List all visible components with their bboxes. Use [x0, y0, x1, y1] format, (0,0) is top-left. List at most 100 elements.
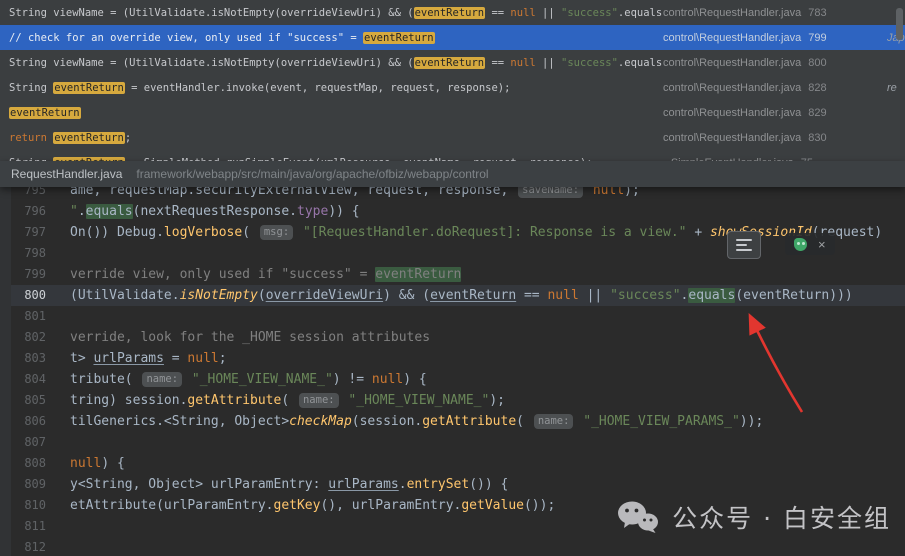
code-token: null [547, 288, 579, 303]
screenshot-tool-icon[interactable] [794, 237, 807, 251]
editor-line[interactable]: 807 [0, 432, 905, 453]
code-token: ); [624, 187, 640, 198]
result-location: control\RequestHandler.java 830 [663, 132, 827, 144]
result-row[interactable]: return eventReturn; control\RequestHandle… [0, 125, 905, 150]
editor-line[interactable]: 801 [0, 306, 905, 327]
code-token: ) { [101, 456, 125, 471]
line-code: (UtilValidate.isNotEmpty(overrideViewUri… [46, 285, 905, 306]
editor-line[interactable]: 812 [0, 537, 905, 556]
result-row[interactable]: // check for an override view, only used… [0, 25, 905, 50]
code-token: verride view, only used if "success" = [70, 267, 376, 282]
editor-line[interactable]: 798 [0, 243, 905, 264]
code-token: "_HOME_VIEW_NAME_" [348, 393, 490, 408]
editor-line[interactable]: 799 verride view, only used if "success" … [0, 264, 905, 285]
breadcrumb-file-name[interactable]: RequestHandler.java [11, 167, 122, 181]
wrap-lines-icon [736, 239, 752, 241]
code-token: eventReturn [9, 106, 81, 119]
line-code [46, 243, 905, 264]
wrap-lines-icon [736, 244, 747, 246]
code-token: equals [85, 204, 133, 219]
param-hint: saveName: [518, 187, 584, 198]
line-code: tribute( name: "_HOME_VIEW_NAME_") != nu… [46, 369, 905, 390]
code-token: String viewName = (UtilValidate.isNotEmp… [9, 6, 414, 19]
result-row[interactable]: String eventReturn = SimpleMethod.runSim… [0, 150, 905, 161]
result-code-preview: String viewName = (UtilValidate.isNotEmp… [9, 56, 663, 69]
code-token: "success" [561, 56, 618, 69]
code-token: null [510, 6, 536, 19]
line-code: ".equals(nextRequestResponse.type)) { [46, 201, 905, 222]
code-token: getAttribute [422, 414, 517, 429]
code-token: return [9, 131, 54, 144]
result-row[interactable]: String viewName = (UtilValidate.isNotEmp… [0, 0, 905, 25]
code-token: = [163, 351, 188, 366]
code-token: "success" [610, 288, 681, 303]
code-token: isNotEmpty [179, 288, 258, 303]
code-token: verride, look for the _HOME session attr… [70, 330, 431, 345]
code-token: "success" [561, 6, 618, 19]
code-token: y<String, Object> urlParamEntry: [70, 477, 329, 492]
editor-line[interactable]: 796 ".equals(nextRequestResponse.type)) { [0, 201, 905, 222]
code-token: eventReturn [363, 31, 435, 44]
code-token: ; [124, 131, 132, 144]
code-token: ; [218, 351, 227, 366]
code-token: .equals( [617, 56, 663, 69]
line-code: tilGenerics.<String, Object>checkMap(ses… [46, 411, 905, 432]
param-hint: name: [298, 393, 339, 408]
code-token: || [535, 56, 562, 69]
line-code: y<String, Object> urlParamEntry: urlPara… [46, 474, 905, 495]
line-code: t> urlParams = null; [46, 348, 905, 369]
editor-line[interactable]: 805 tring) session.getAttribute( name: "_… [0, 390, 905, 411]
wechat-icon [618, 501, 659, 533]
param-hint: name: [533, 414, 574, 429]
code-token: "[RequestHandler.doRequest]: Response is… [302, 225, 687, 240]
code-token: getAttribute [187, 393, 282, 408]
editor-line[interactable]: 800 (UtilValidate.isNotEmpty(overrideView… [0, 285, 905, 306]
editor-line[interactable]: 806 tilGenerics.<String, Object>checkMap(… [0, 411, 905, 432]
result-line-number: 830 [808, 131, 827, 144]
watermark-text: 公众号 · 白安全组 [672, 504, 891, 533]
screenshot-tool-pill[interactable]: × [785, 233, 835, 255]
wrap-lines-icon [736, 249, 752, 251]
result-row[interactable]: String viewName = (UtilValidate.isNotEmp… [0, 50, 905, 75]
editor-line[interactable]: 797 On()) Debug.logVerbose( msg: "[Reques… [0, 222, 905, 243]
close-icon[interactable]: × [818, 238, 826, 251]
code-token: )); [739, 414, 764, 429]
line-code: verride, look for the _HOME session attr… [46, 327, 905, 348]
code-token: eventReturn [413, 56, 486, 69]
code-token: || [535, 6, 562, 19]
code-token: checkMap [289, 414, 352, 429]
find-results-panel: String viewName = (UtilValidate.isNotEmp… [0, 0, 905, 161]
result-line-number: 783 [808, 6, 827, 19]
result-file: control\RequestHandler.java [663, 6, 802, 19]
code-token: (), urlParamEntry. [320, 498, 462, 513]
code-token: (eventReturn))) [735, 288, 853, 303]
result-line-number: 829 [808, 106, 827, 119]
code-token: (session. [351, 414, 423, 429]
result-row[interactable]: eventReturn control\RequestHandler.java 82… [0, 100, 905, 125]
param-hint: name: [142, 372, 183, 387]
result-row[interactable]: String eventReturn = eventHandler.invoke… [0, 75, 905, 100]
editor-line[interactable]: 803 t> urlParams = null; [0, 348, 905, 369]
code-token: tring) session. [70, 393, 188, 408]
result-location: control\RequestHandler.java 800 [663, 57, 827, 69]
editor-line[interactable]: 802 verride, look for the _HOME session a… [0, 327, 905, 348]
editor-line[interactable]: 809 y<String, Object> urlParamEntry: urlP… [0, 474, 905, 495]
code-token: getValue [461, 498, 524, 513]
editor-line[interactable]: 808 null) { [0, 453, 905, 474]
code-token: urlParams [93, 351, 164, 366]
code-token: ( [516, 414, 532, 429]
editor-line[interactable]: 804 tribute( name: "_HOME_VIEW_NAME_") !=… [0, 369, 905, 390]
line-code [46, 432, 905, 453]
results-scrollbar-thumb[interactable] [896, 8, 903, 40]
wrap-lines-button[interactable] [727, 231, 761, 259]
code-token: ) { [403, 372, 427, 387]
code-token: == [516, 288, 548, 303]
line-code: tring) session.getAttribute( name: "_HOM… [46, 390, 905, 411]
editor-line[interactable]: 795 ame, requestMap.securityExternalView,… [0, 187, 905, 201]
breadcrumb-file-path[interactable]: framework/webapp/src/main/java/org/apach… [136, 167, 488, 181]
code-token: ( [257, 288, 266, 303]
code-token: etAttribute(urlParamEntry. [70, 498, 274, 513]
code-token: eventReturn [53, 131, 125, 144]
code-token: == [485, 56, 511, 69]
